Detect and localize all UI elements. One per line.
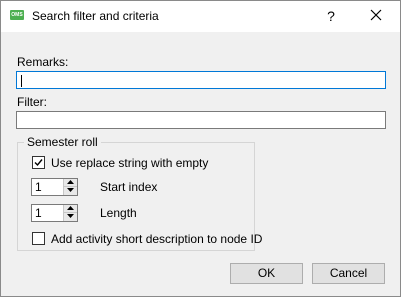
checkmark-icon <box>34 159 43 167</box>
length-value: 1 <box>35 206 42 220</box>
remarks-input[interactable] <box>16 71 386 89</box>
semester-roll-title: Semester roll <box>24 135 101 149</box>
start-index-up-button[interactable] <box>64 179 77 187</box>
start-index-label: Start index <box>100 180 158 194</box>
length-label: Length <box>100 206 137 220</box>
dialog-title: Search filter and criteria <box>32 9 159 23</box>
length-down-button[interactable] <box>64 213 77 221</box>
start-index-spin-buttons <box>63 179 77 195</box>
arrow-down-icon <box>67 188 74 192</box>
length-up-button[interactable] <box>64 205 77 213</box>
dialog-window: OMS Search filter and criteria ? Remarks… <box>0 0 401 297</box>
help-button[interactable]: ? <box>321 6 341 26</box>
start-index-value: 1 <box>35 180 42 194</box>
close-icon <box>370 9 382 21</box>
arrow-down-icon <box>67 214 74 218</box>
replace-string-label: Use replace string with empty <box>51 156 209 170</box>
ok-button[interactable]: OK <box>230 263 303 284</box>
arrow-up-icon <box>67 180 74 184</box>
cancel-button[interactable]: Cancel <box>312 263 385 284</box>
replace-string-checkbox[interactable] <box>32 156 45 169</box>
arrow-up-icon <box>67 206 74 210</box>
remarks-label: Remarks: <box>17 55 69 69</box>
text-caret <box>21 75 22 87</box>
filter-label: Filter: <box>17 95 47 109</box>
start-index-spinner[interactable]: 1 <box>31 178 78 196</box>
length-spin-buttons <box>63 205 77 221</box>
start-index-down-button[interactable] <box>64 187 77 195</box>
app-icon: OMS <box>10 10 24 20</box>
length-spinner[interactable]: 1 <box>31 204 78 222</box>
add-activity-label: Add activity short description to node I… <box>51 232 263 246</box>
filter-input[interactable] <box>16 111 386 129</box>
close-button[interactable] <box>363 5 389 27</box>
add-activity-checkbox[interactable] <box>32 232 45 245</box>
title-bar: OMS Search filter and criteria ? <box>1 1 400 32</box>
